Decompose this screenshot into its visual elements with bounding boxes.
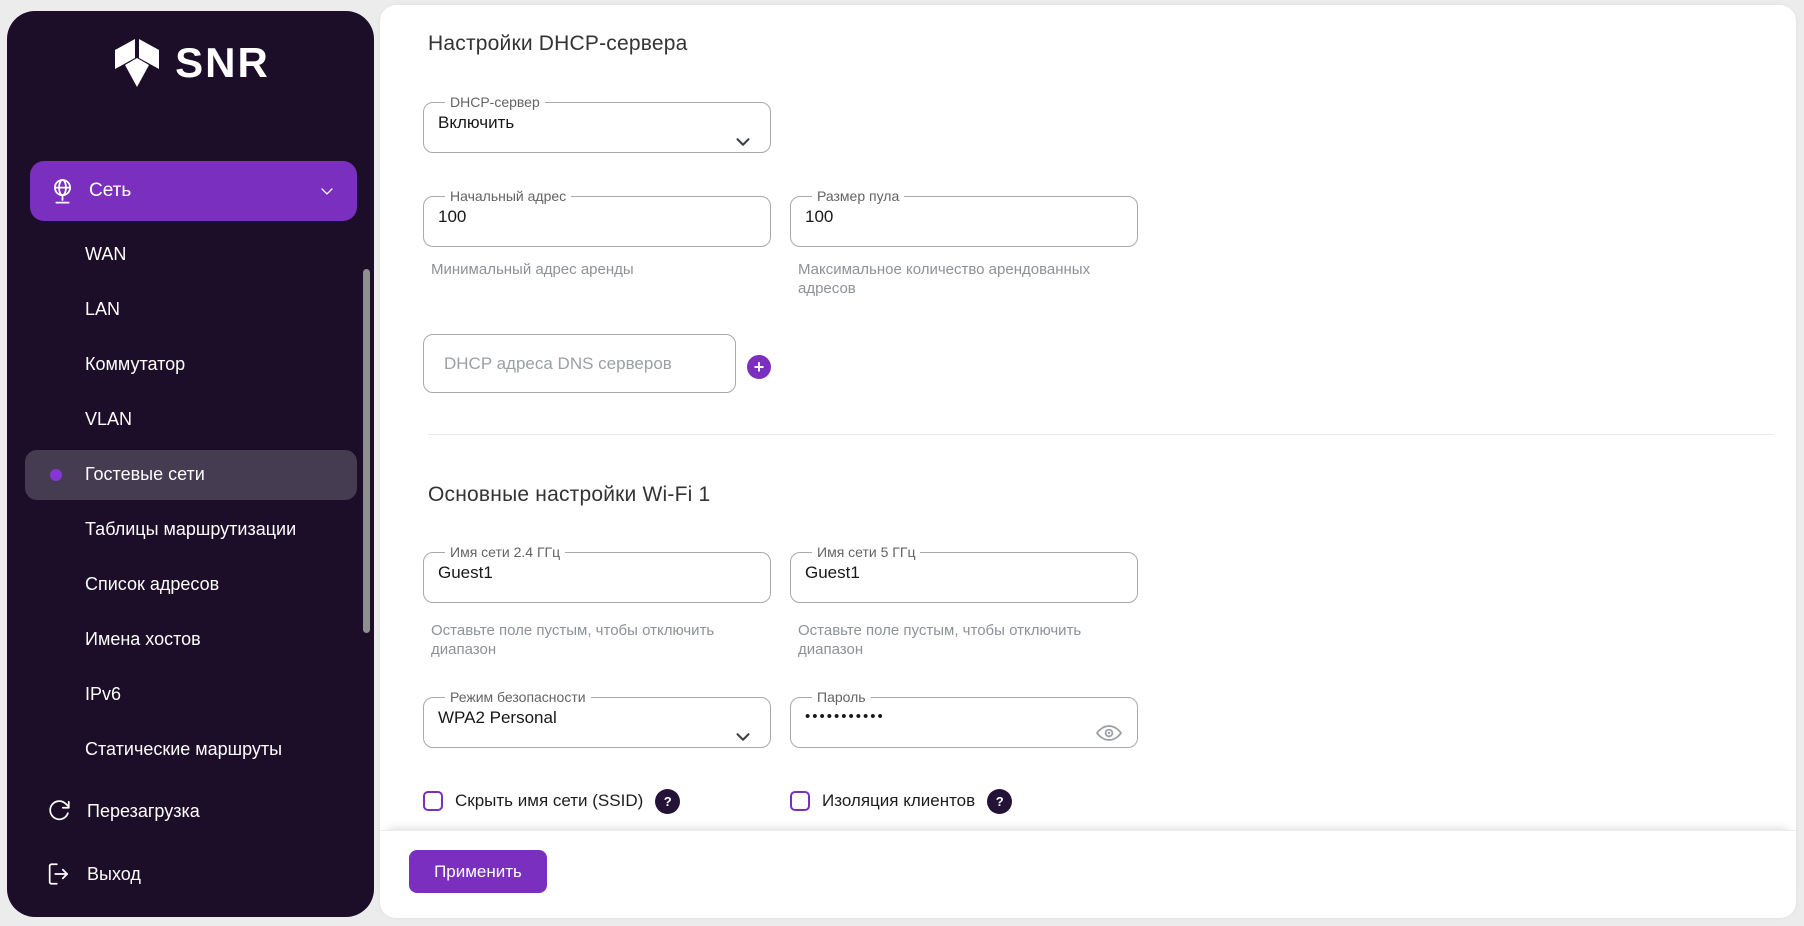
dhcp-server-select[interactable]: DHCP-сервер Включить	[423, 95, 771, 153]
chevron-down-icon	[317, 181, 337, 201]
ssid-24ghz-helper: Оставьте поле пустым, чтобы отключить ди…	[431, 621, 731, 659]
ssid-5ghz-field[interactable]: Имя сети 5 ГГц	[790, 545, 1138, 603]
snr-cube-logo-icon	[111, 36, 163, 90]
security-mode-label: Режим безопасности	[445, 690, 591, 704]
add-dns-server-button[interactable]: +	[747, 355, 771, 379]
sidebar-item-logout-label: Выход	[87, 864, 141, 885]
section-divider	[428, 434, 1773, 435]
sidebar-item-network[interactable]: Сеть	[30, 161, 357, 221]
brand-logo-text: SNR	[175, 39, 270, 87]
form-footer: Применить	[380, 830, 1796, 918]
ssid-5ghz-label: Имя сети 5 ГГц	[812, 545, 920, 559]
show-password-eye-icon[interactable]	[1095, 720, 1123, 746]
sidebar-item-switch[interactable]: Коммутатор	[7, 337, 374, 392]
sidebar-submenu: WAN LAN Коммутатор VLAN Гостевые сети Та…	[7, 227, 374, 777]
ssid-24ghz-field[interactable]: Имя сети 2.4 ГГц	[423, 545, 771, 603]
sidebar-item-wan[interactable]: WAN	[7, 227, 374, 282]
sidebar-item-static-routes[interactable]: Статические маршруты	[7, 722, 374, 777]
pool-size-label: Размер пула	[812, 189, 904, 203]
client-isolation-checkbox[interactable]	[790, 791, 810, 811]
ssid-5ghz-helper: Оставьте поле пустым, чтобы отключить ди…	[798, 621, 1098, 659]
hide-ssid-help-icon[interactable]: ?	[655, 789, 680, 814]
password-label: Пароль	[812, 690, 871, 704]
globe-network-icon	[48, 177, 77, 206]
start-address-label: Начальный адрес	[445, 189, 571, 203]
hide-ssid-checkbox[interactable]	[423, 791, 443, 811]
security-mode-select[interactable]: Режим безопасности WPA2 Personal	[423, 690, 771, 748]
sidebar-item-vlan[interactable]: VLAN	[7, 392, 374, 447]
active-item-dot-icon	[50, 469, 62, 481]
password-input[interactable]	[805, 708, 1055, 725]
ssid-24ghz-label: Имя сети 2.4 ГГц	[445, 545, 565, 559]
sidebar-item-guest-networks[interactable]: Гостевые сети	[7, 447, 374, 502]
client-isolation-label: Изоляция клиентов	[822, 791, 975, 811]
pool-size-field[interactable]: Размер пула	[790, 189, 1138, 247]
sidebar-scrollbar-thumb[interactable]	[363, 269, 370, 633]
apply-button[interactable]: Применить	[409, 850, 547, 893]
sidebar: SNR Сеть WAN LAN Коммутатор VLAN Гостевы…	[7, 11, 374, 917]
brand-logo: SNR	[7, 11, 374, 75]
sidebar-item-reboot-label: Перезагрузка	[87, 801, 200, 822]
client-isolation-row: Изоляция клиентов ?	[790, 788, 1012, 814]
sidebar-item-logout[interactable]: Выход	[7, 849, 374, 899]
hide-ssid-label: Скрыть имя сети (SSID)	[455, 791, 643, 811]
sidebar-item-hostnames[interactable]: Имена хостов	[7, 612, 374, 667]
ssid-5ghz-input[interactable]	[805, 563, 1123, 583]
sidebar-item-address-list[interactable]: Список адресов	[7, 557, 374, 612]
wifi-section-title: Основные настройки Wi-Fi 1	[428, 483, 710, 507]
dhcp-section-title: Настройки DHCP-сервера	[428, 32, 688, 56]
pool-size-input[interactable]	[805, 207, 1123, 227]
client-isolation-help-icon[interactable]: ?	[987, 789, 1012, 814]
logout-icon	[46, 861, 72, 887]
dhcp-server-select-label: DHCP-сервер	[445, 95, 545, 109]
start-address-helper: Минимальный адрес аренды	[431, 260, 731, 279]
dns-servers-input[interactable]	[442, 353, 717, 375]
chevron-down-icon	[732, 131, 754, 153]
sidebar-item-routing-tables[interactable]: Таблицы маршрутизации	[7, 502, 374, 557]
sidebar-item-reboot[interactable]: Перезагрузка	[7, 786, 374, 836]
sidebar-item-lan[interactable]: LAN	[7, 282, 374, 337]
main-content: Настройки DHCP-сервера DHCP-сервер Включ…	[380, 5, 1796, 918]
pool-size-helper: Максимальное количество арендованных адр…	[798, 260, 1098, 298]
sidebar-item-ipv6[interactable]: IPv6	[7, 667, 374, 722]
reboot-icon	[46, 798, 72, 824]
chevron-down-icon	[732, 726, 754, 748]
dns-servers-field[interactable]	[423, 334, 736, 393]
security-mode-value: WPA2 Personal	[438, 708, 756, 728]
start-address-field[interactable]: Начальный адрес	[423, 189, 771, 247]
start-address-input[interactable]	[438, 207, 756, 227]
sidebar-item-network-label: Сеть	[89, 180, 131, 202]
password-field[interactable]: Пароль	[790, 690, 1138, 748]
hide-ssid-row: Скрыть имя сети (SSID) ?	[423, 788, 680, 814]
dhcp-server-select-value: Включить	[438, 113, 756, 133]
ssid-24ghz-input[interactable]	[438, 563, 756, 583]
